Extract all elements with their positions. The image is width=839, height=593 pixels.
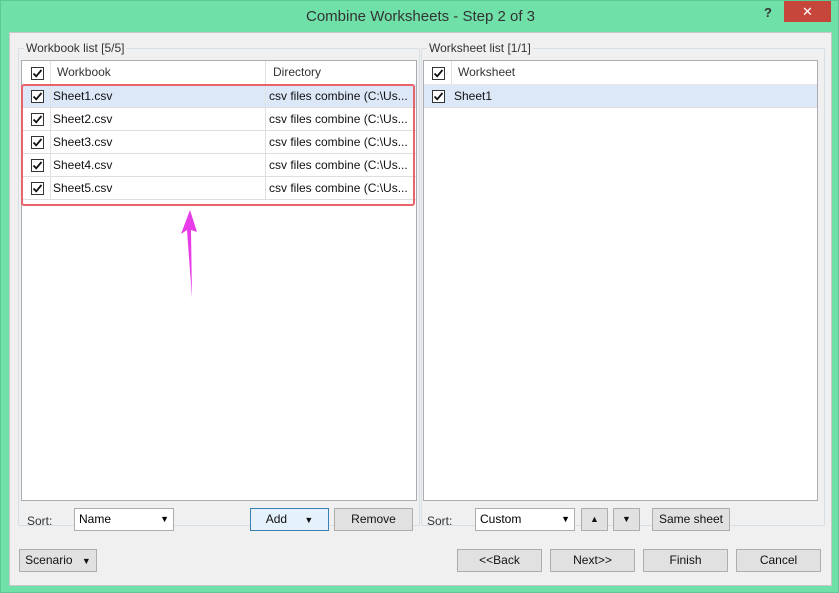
worksheet-sort-select[interactable]: Custom ▼ xyxy=(475,508,575,531)
checkbox-checked-icon[interactable] xyxy=(432,67,445,80)
help-button[interactable]: ? xyxy=(755,3,781,23)
title-bar[interactable]: Combine Worksheets - Step 2 of 3 ? ✕ xyxy=(1,1,839,33)
workbook-list-label: Workbook list [5/5] xyxy=(24,41,127,55)
table-row[interactable]: Sheet1 xyxy=(424,85,817,108)
remove-button[interactable]: Remove xyxy=(334,508,413,531)
chevron-down-icon: ▼ xyxy=(561,514,570,524)
dialog-title: Combine Worksheets - Step 2 of 3 xyxy=(306,8,535,25)
workbook-sort-value: Name xyxy=(79,512,112,526)
column-header-workbook[interactable]: Workbook xyxy=(57,61,111,84)
back-button[interactable]: <<Back xyxy=(457,549,542,572)
chevron-down-icon: ▼ xyxy=(160,514,169,524)
scenario-button[interactable]: Scenario ▼ xyxy=(19,549,97,572)
checkbox-checked-icon[interactable] xyxy=(31,67,44,80)
worksheet-sort-value: Custom xyxy=(480,512,522,526)
annotation-highlight-box xyxy=(21,84,415,206)
dialog-window: Combine Worksheets - Step 2 of 3 ? ✕ Wor… xyxy=(0,0,839,593)
worksheet-list-header: Worksheet xyxy=(424,61,817,85)
move-up-button[interactable]: ▲ xyxy=(581,508,608,531)
worksheet-sort-label: Sort: xyxy=(427,514,453,528)
annotation-arrow-icon xyxy=(181,210,197,298)
column-header-worksheet[interactable]: Worksheet xyxy=(458,61,515,84)
dialog-client: Workbook list [5/5] Workbook Directory S… xyxy=(9,32,832,586)
column-header-directory[interactable]: Directory xyxy=(273,61,321,84)
add-button-label: Add xyxy=(265,512,288,526)
workbook-list-header: Workbook Directory xyxy=(22,61,416,85)
worksheet-list-label: Worksheet list [1/1] xyxy=(427,41,533,55)
same-sheet-button[interactable]: Same sheet xyxy=(652,508,730,531)
close-button[interactable]: ✕ xyxy=(784,1,831,22)
worksheet-cell: Sheet1 xyxy=(454,89,493,103)
down-arrow-icon: ▼ xyxy=(622,514,631,524)
next-button[interactable]: Next>> xyxy=(550,549,635,572)
dropdown-arrow-icon: ▼ xyxy=(304,515,314,525)
finish-button[interactable]: Finish xyxy=(643,549,728,572)
worksheet-listview[interactable]: Worksheet Sheet1 xyxy=(423,60,818,501)
cancel-button[interactable]: Cancel xyxy=(736,549,821,572)
move-down-button[interactable]: ▼ xyxy=(613,508,640,531)
scenario-button-label: Scenario xyxy=(25,553,73,567)
dropdown-arrow-icon: ▼ xyxy=(81,556,91,566)
workbook-sort-label: Sort: xyxy=(27,514,53,528)
checkbox-checked-icon[interactable] xyxy=(432,90,445,103)
workbook-sort-select[interactable]: Name ▼ xyxy=(74,508,174,531)
add-button[interactable]: Add ▼ xyxy=(250,508,329,531)
up-arrow-icon: ▲ xyxy=(590,514,599,524)
